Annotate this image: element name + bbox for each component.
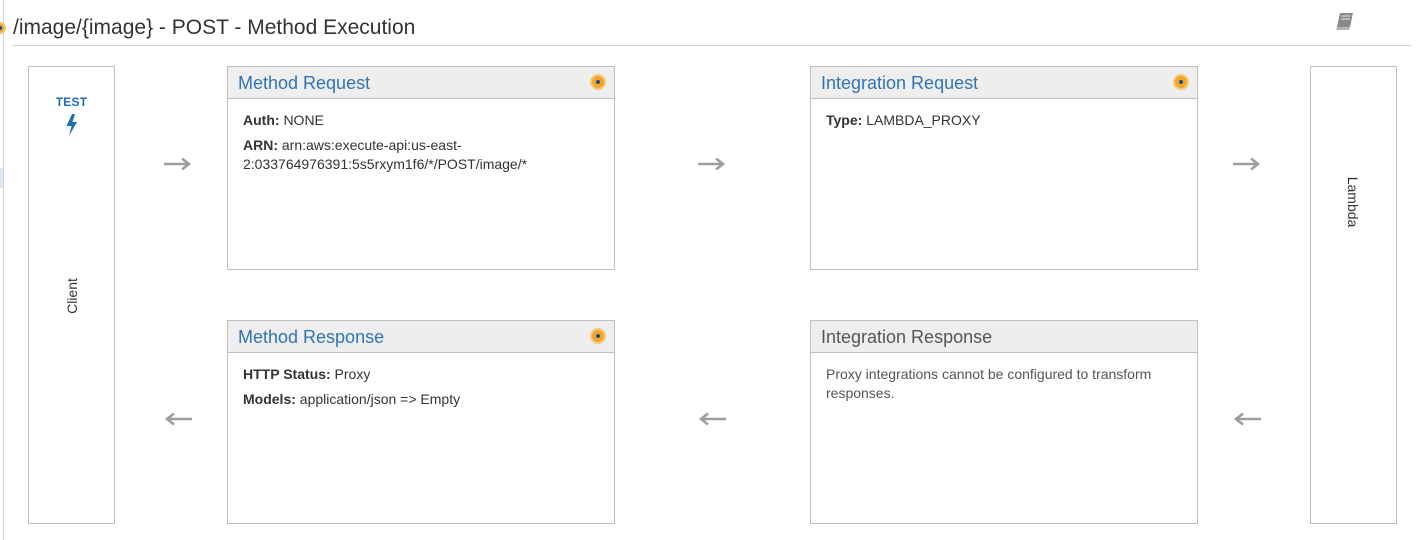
field-value: arn:aws:execute-api:us-east-2:0337649763… — [243, 137, 528, 172]
proxy-note: Proxy integrations cannot be configured … — [826, 366, 1152, 401]
client-label: Client — [64, 278, 80, 314]
http-status-field: HTTP Status: Proxy — [243, 365, 599, 384]
method-request-body: Auth: NONE ARN: arn:aws:execute-api:us-e… — [228, 99, 614, 174]
method-response-header: Method Response — [228, 321, 614, 353]
lambda-label: Lambda — [1345, 176, 1361, 228]
arrow-right-icon — [698, 157, 726, 171]
arn-field: ARN: arn:aws:execute-api:us-east-2:03376… — [243, 136, 599, 174]
title-status-icon — [0, 22, 6, 34]
arrow-left-icon — [1233, 412, 1261, 426]
auth-field: Auth: NONE — [243, 111, 599, 130]
models-field: Models: application/json => Empty — [243, 390, 599, 409]
field-key: HTTP Status: — [243, 366, 331, 382]
client-panel: TEST Client — [28, 66, 115, 524]
status-indicator-icon — [1173, 74, 1189, 90]
method-response-card: Method Response HTTP Status: Proxy Model… — [227, 320, 615, 524]
field-key: Auth: — [243, 112, 280, 128]
field-value: LAMBDA_PROXY — [866, 112, 981, 128]
arrow-right-icon — [1233, 157, 1261, 171]
integration-response-body: Proxy integrations cannot be configured … — [811, 353, 1197, 403]
page-title: /image/{image} - POST - Method Execution — [13, 16, 416, 39]
integration-response-card: Integration Response Proxy integrations … — [810, 320, 1198, 524]
field-value: NONE — [283, 112, 324, 128]
status-indicator-icon — [590, 328, 606, 344]
integration-request-header: Integration Request — [811, 67, 1197, 99]
integration-request-link[interactable]: Integration Request — [821, 73, 978, 94]
method-response-link[interactable]: Method Response — [238, 327, 384, 348]
left-highlight — [0, 168, 3, 188]
integration-response-title: Integration Response — [821, 327, 993, 347]
integration-response-header: Integration Response — [811, 321, 1197, 353]
left-rule — [3, 0, 4, 540]
field-key: Type: — [826, 112, 863, 128]
arrow-right-icon — [164, 157, 192, 171]
field-value: application/json => Empty — [299, 391, 461, 407]
test-label: TEST — [55, 95, 88, 109]
method-request-link[interactable]: Method Request — [238, 73, 370, 94]
test-button[interactable]: TEST — [29, 95, 114, 136]
lambda-panel[interactable]: Lambda — [1310, 66, 1397, 524]
title-divider — [13, 45, 1411, 46]
lightning-bolt-icon — [66, 114, 77, 136]
method-request-header: Method Request — [228, 67, 614, 99]
arrow-left-icon — [164, 412, 192, 426]
method-response-body: HTTP Status: Proxy Models: application/j… — [228, 353, 614, 409]
field-key: ARN: — [243, 137, 278, 153]
field-key: Models: — [243, 391, 296, 407]
arrow-left-icon — [698, 412, 726, 426]
type-field: Type: LAMBDA_PROXY — [826, 111, 1182, 130]
field-value: Proxy — [334, 366, 371, 382]
integration-request-card: Integration Request Type: LAMBDA_PROXY — [810, 66, 1198, 270]
method-request-card: Method Request Auth: NONE ARN: arn:aws:e… — [227, 66, 615, 270]
book-icon[interactable] — [1334, 10, 1356, 32]
integration-request-body: Type: LAMBDA_PROXY — [811, 99, 1197, 130]
status-indicator-icon — [590, 74, 606, 90]
